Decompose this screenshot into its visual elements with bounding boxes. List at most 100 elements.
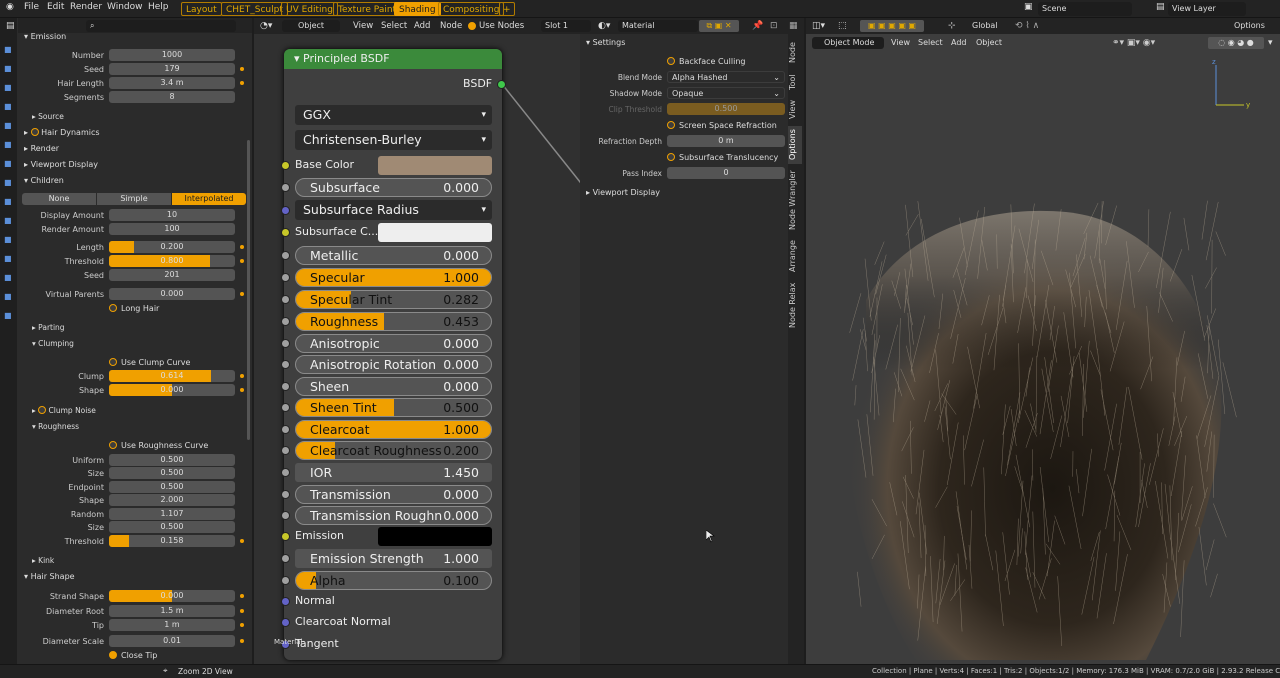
properties-tab-icons[interactable]: ■ ■ ■ ■ ■ ■ ■ ■ ■ ■ ■ ■ ■ ■ ■	[4, 40, 14, 340]
viewport-menu-select[interactable]: Select	[918, 38, 943, 47]
node-input-transmission-roughn[interactable]: Transmission Roughn 0.000	[295, 506, 492, 525]
keyframe-dot[interactable]	[240, 259, 244, 263]
use-nodes-checkbox[interactable]	[468, 22, 476, 30]
viewport-menu-object[interactable]: Object	[976, 38, 1002, 47]
input-socket[interactable]	[281, 382, 290, 391]
input-socket[interactable]	[281, 273, 290, 282]
menu-window[interactable]: Window	[107, 2, 143, 12]
blend-mode-dropdown[interactable]: Alpha Hashed ⌄	[667, 71, 785, 83]
screen-space-refraction-checkbox[interactable]	[667, 121, 675, 129]
pass-index-field[interactable]: 0	[667, 167, 785, 179]
input-socket[interactable]	[281, 403, 290, 412]
editor-type-icon[interactable]: ▤	[6, 20, 15, 32]
shading-mode-buttons[interactable]: ◌ ◉ ◕ ●	[1208, 37, 1264, 49]
menu-node[interactable]: Node	[440, 21, 462, 31]
hair-length-field[interactable]: 3.4 m	[109, 77, 235, 89]
input-socket[interactable]	[281, 490, 290, 499]
shader-type-selector[interactable]: Object	[282, 20, 340, 32]
add-workspace-button[interactable]: +	[499, 2, 515, 16]
strand-shape-slider[interactable]: 0.000	[109, 590, 235, 602]
node-input-anisotropic-rotation[interactable]: Anisotropic Rotation 0.000	[295, 355, 492, 374]
refraction-depth-field[interactable]: 0 m	[667, 135, 785, 147]
workspace-tab-texture-paint[interactable]: Texture Paint	[333, 2, 402, 16]
base-color-socket[interactable]	[281, 161, 290, 170]
keyframe-dot[interactable]	[240, 594, 244, 598]
viewport-display-section[interactable]: ▸ Viewport Display	[586, 188, 660, 197]
sidebar-toggle-icon[interactable]: ▦	[789, 20, 798, 32]
threshold-slider[interactable]: 0.800	[109, 255, 235, 267]
material-name-field[interactable]: Material	[618, 20, 698, 32]
section-children[interactable]: ▾ Children	[24, 176, 64, 185]
node-input-sheen-tint[interactable]: Sheen Tint 0.500	[295, 398, 492, 417]
size-field[interactable]: 0.500	[109, 467, 235, 479]
snap-icon[interactable]: ⊡	[770, 20, 778, 32]
child-seed-field[interactable]: 201	[109, 269, 235, 281]
keyframe-dot[interactable]	[240, 67, 244, 71]
keyframe-dot[interactable]	[240, 374, 244, 378]
properties-scrollbar[interactable]	[247, 140, 250, 440]
emission-socket[interactable]	[281, 532, 290, 541]
clump-slider[interactable]: 0.614	[109, 370, 235, 382]
viewport-menu-add[interactable]: Add	[951, 38, 967, 47]
mode-selector[interactable]: Object Mode	[812, 37, 884, 49]
section-hair-shape[interactable]: ▾ Hair Shape	[24, 572, 75, 581]
menu-add[interactable]: Add	[414, 21, 430, 31]
settings-section[interactable]: ▾ Settings	[586, 38, 625, 47]
length-slider[interactable]: 0.200	[109, 241, 235, 253]
workspace-tab-layout[interactable]: Layout	[181, 2, 222, 16]
workspace-tab-compositing[interactable]: Compositing	[438, 2, 505, 16]
node-input-alpha[interactable]: Alpha 0.100	[295, 571, 492, 590]
tab-tool[interactable]: Tool	[788, 70, 802, 94]
keyframe-dot[interactable]	[240, 609, 244, 613]
selection-mode-buttons[interactable]: ▣ ▣ ▣ ▣ ▣	[860, 20, 924, 32]
normal-socket[interactable]	[281, 597, 290, 606]
visibility-icon[interactable]: ⚭▾ ▣▾ ◉▾	[1112, 37, 1155, 49]
diameter-scale-field[interactable]: 0.01	[109, 635, 235, 647]
keyframe-dot[interactable]	[240, 639, 244, 643]
rough-shape-field[interactable]: 2.000	[109, 494, 235, 506]
node-input-subsurface[interactable]: Subsurface 0.000	[295, 178, 492, 197]
input-socket[interactable]	[281, 468, 290, 477]
diameter-root-field[interactable]: 1.5 m	[109, 605, 235, 617]
use-roughness-curve-checkbox[interactable]	[109, 441, 117, 449]
editor-type-icon[interactable]: ◔▾	[260, 20, 272, 32]
input-socket[interactable]	[281, 576, 290, 585]
child-mode-none[interactable]: None	[22, 193, 96, 205]
material-actions[interactable]: ⧉ ▣ ✕	[699, 20, 739, 32]
properties-search-input[interactable]: ⌕	[86, 20, 236, 32]
long-hair-checkbox[interactable]	[109, 304, 117, 312]
hair-dynamics-checkbox[interactable]	[30, 128, 39, 136]
subsurface-radius-socket[interactable]	[281, 206, 290, 215]
input-socket[interactable]	[281, 554, 290, 563]
keyframe-dot[interactable]	[240, 623, 244, 627]
view-layer-selector[interactable]: View Layer	[1168, 2, 1246, 16]
input-socket[interactable]	[281, 295, 290, 304]
transform-orientation-dropdown[interactable]: Global	[972, 21, 998, 30]
uniform-field[interactable]: 0.500	[109, 454, 235, 466]
transform-orientation-icon[interactable]: ⊹	[948, 20, 956, 32]
input-socket[interactable]	[281, 446, 290, 455]
menu-view[interactable]: View	[353, 21, 373, 31]
input-socket[interactable]	[281, 511, 290, 520]
node-input-transmission[interactable]: Transmission 0.000	[295, 485, 492, 504]
scene-selector[interactable]: Scene	[1038, 2, 1132, 16]
workspace-tab-shading[interactable]: Shading	[394, 2, 441, 16]
display-amount-field[interactable]: 10	[109, 209, 235, 221]
shading-options-icon[interactable]: ▾	[1268, 37, 1273, 49]
shape-slider[interactable]: 0.000	[109, 384, 235, 396]
input-socket[interactable]	[281, 183, 290, 192]
tab-node-relax[interactable]: Node Relax	[788, 279, 802, 331]
node-input-metallic[interactable]: Metallic 0.000	[295, 246, 492, 265]
menu-render[interactable]: Render	[70, 2, 102, 12]
backface-culling-checkbox[interactable]	[667, 57, 675, 65]
section-roughness[interactable]: ▾ Roughness	[32, 422, 79, 431]
node-input-emission-strength[interactable]: Emission Strength 1.000	[295, 549, 492, 568]
subsurface-color-swatch[interactable]	[378, 223, 492, 242]
menu-select[interactable]: Select	[381, 21, 407, 31]
base-color-swatch[interactable]	[378, 156, 492, 175]
keyframe-dot[interactable]	[240, 245, 244, 249]
rough-threshold-slider[interactable]: 0.158	[109, 535, 235, 547]
section-kink[interactable]: ▸ Kink	[32, 556, 54, 565]
workspace-tab-uv-editing[interactable]: UV Editing	[281, 2, 338, 16]
select-box-icon[interactable]: ⬚	[838, 20, 847, 32]
